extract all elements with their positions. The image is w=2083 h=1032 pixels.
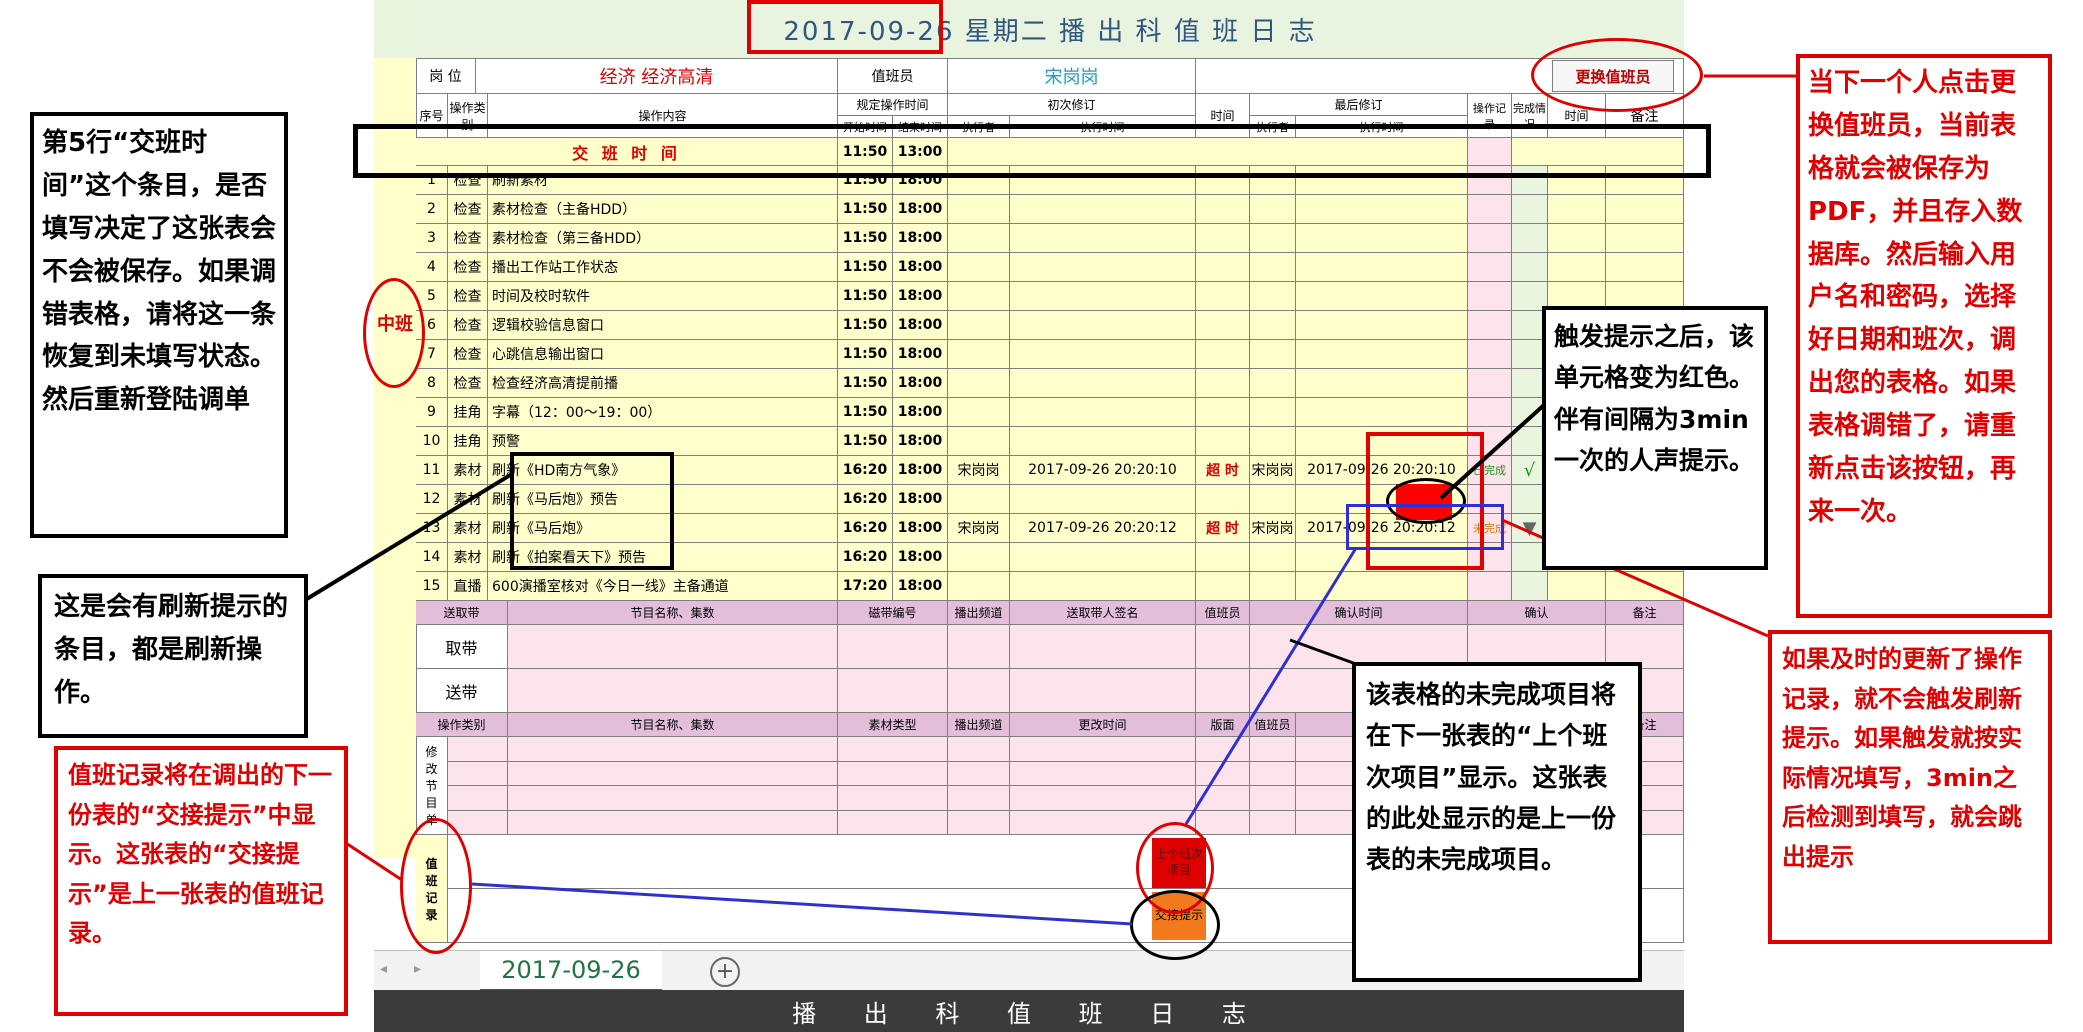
annotation-handover-note: 第5行“交班时间”这个条目，是否填写决定了这张表会不会被保存。如果调错表格，请将…: [30, 112, 288, 538]
line-prev-items: [1184, 547, 1358, 825]
line-trigger: [1439, 394, 1556, 500]
annotation-incomplete-note: 该表格的未完成项目将在下一张表的“上个班次项目”显示。这张表的此处显示的是上一份…: [1352, 662, 1642, 982]
annotation-refresh-note: 这是会有刷新提示的条目，都是刷新操作。: [38, 574, 308, 738]
annotation-switch-note: 当下一个人点击更换值班员，当前表格就会被保存为PDF，并且存入数据库。然后输入用…: [1796, 54, 2052, 618]
line-incomplete: [1289, 638, 1357, 666]
annotation-trigger-note: 触发提示之后，该单元格变为红色。伴有间隔为3min一次的人声提示。: [1542, 306, 1768, 570]
annotation-update-note: 如果及时的更新了操作记录，就不会触发刷新提示。如果触发就按实际情况填写，3min…: [1768, 630, 2052, 944]
line-refresh: [290, 472, 514, 610]
line-duty-tip: [471, 882, 1133, 926]
annotation-duty-record-note: 值班记录将在调出的下一份表的“交接提示”中显示。这张表的“交接提示”是上一张表的…: [54, 746, 348, 1016]
